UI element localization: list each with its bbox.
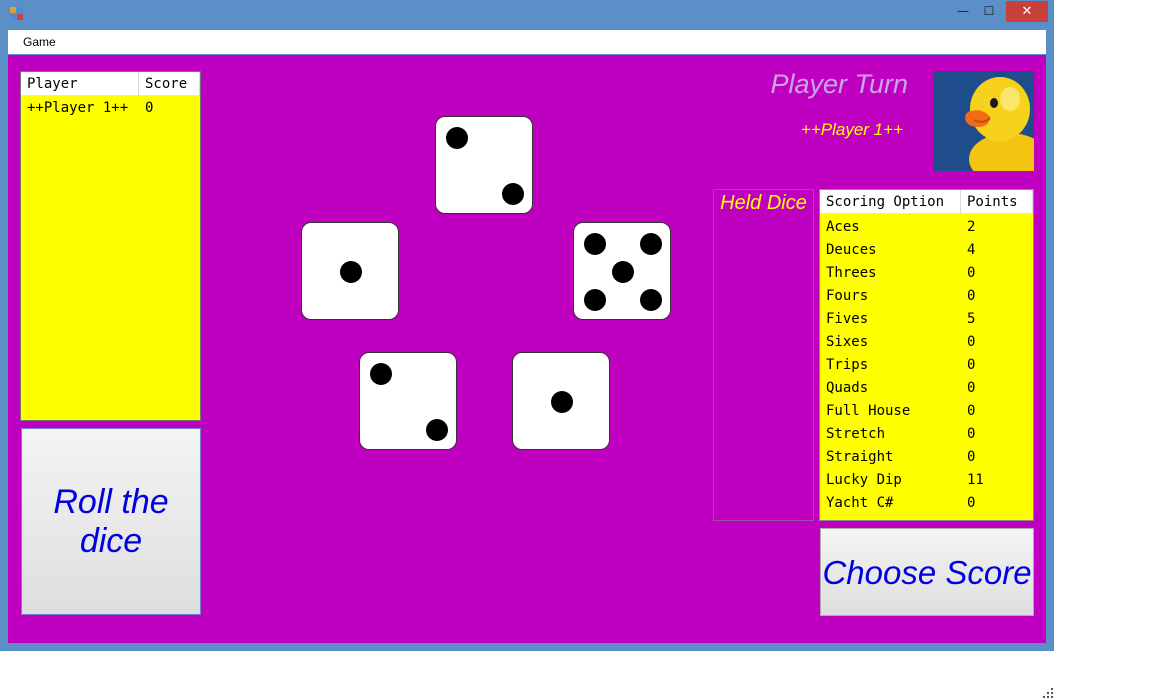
- die-pip: [640, 289, 662, 311]
- column-header-player[interactable]: Player: [21, 72, 139, 96]
- points-cell: 2: [967, 219, 976, 235]
- player-name-cell: ++Player 1++: [27, 100, 129, 116]
- scoring-option-cell: Threes: [826, 265, 877, 281]
- held-dice-title: Held Dice: [720, 192, 807, 214]
- points-cell: 0: [967, 334, 976, 350]
- scoring-option-cell: Fours: [826, 288, 869, 304]
- die-pip: [370, 363, 392, 385]
- current-player-label: ++Player 1++: [800, 120, 903, 139]
- die-pip: [340, 261, 362, 283]
- die[interactable]: [573, 222, 671, 320]
- close-button[interactable]: ✕: [1006, 1, 1048, 22]
- scoring-option-cell: Deuces: [826, 242, 877, 258]
- title-bar[interactable]: — ☐ ✕: [0, 0, 1054, 30]
- column-header-score[interactable]: Score: [139, 72, 200, 96]
- die[interactable]: [435, 116, 533, 214]
- scoring-option-cell: Stretch: [826, 426, 886, 442]
- points-cell: 0: [967, 357, 976, 373]
- die[interactable]: [359, 352, 457, 450]
- column-header-scoring-option[interactable]: Scoring Option: [820, 190, 961, 214]
- scoring-option-cell: Quads: [826, 380, 869, 396]
- scoring-option-cell: Fives: [826, 311, 869, 327]
- scoring-table[interactable]: Scoring Option Points Aces 2 Deuces 4 Threes…: [819, 189, 1034, 521]
- points-cell: 0: [967, 449, 976, 465]
- app-window: — ☐ ✕ Game Player Score ++Player 1++ 0 R…: [0, 0, 1054, 698]
- column-header-points[interactable]: Points: [961, 190, 1033, 214]
- player-score-cell: 0: [145, 100, 154, 116]
- menu-bar: Game: [8, 30, 1046, 54]
- scoring-option-cell: Trips: [826, 357, 869, 373]
- scoring-option-cell: Full House: [826, 403, 911, 419]
- scoring-option-cell: Sixes: [826, 334, 869, 350]
- resize-grip[interactable]: [1043, 688, 1053, 698]
- points-cell: 0: [967, 265, 976, 281]
- die-pip: [640, 233, 662, 255]
- roll-dice-button[interactable]: Roll the dice: [21, 428, 201, 615]
- player-turn-title: Player Turn: [770, 69, 908, 99]
- app-icon[interactable]: [10, 7, 24, 21]
- points-cell: 0: [967, 380, 976, 396]
- rubber-duck-icon: [934, 71, 1034, 171]
- die-pip: [446, 127, 468, 149]
- points-cell: 4: [967, 242, 976, 258]
- points-cell: 5: [967, 311, 976, 327]
- menu-game[interactable]: Game: [23, 35, 56, 49]
- held-dice-panel[interactable]: Held Dice: [713, 189, 814, 521]
- choose-score-button[interactable]: Choose Score: [820, 528, 1034, 616]
- scoring-option-cell: Yacht C#: [826, 495, 894, 511]
- die-pip: [502, 183, 524, 205]
- game-board: Player Score ++Player 1++ 0 Roll the dic…: [8, 55, 1053, 698]
- minimize-button[interactable]: —: [950, 1, 976, 22]
- die[interactable]: [301, 222, 399, 320]
- die-pip: [426, 419, 448, 441]
- points-cell: 0: [967, 426, 976, 442]
- die[interactable]: [512, 352, 610, 450]
- die-pip: [584, 289, 606, 311]
- die-pip: [584, 233, 606, 255]
- players-table[interactable]: Player Score ++Player 1++ 0: [20, 71, 201, 421]
- points-cell: 0: [967, 288, 976, 304]
- scoring-option-cell: Straight: [826, 449, 894, 465]
- die-pip: [612, 261, 634, 283]
- points-cell: 0: [967, 403, 976, 419]
- points-cell: 11: [967, 472, 984, 488]
- scoring-option-cell: Lucky Dip: [826, 472, 902, 488]
- maximize-button[interactable]: ☐: [976, 1, 1002, 22]
- points-cell: 0: [967, 495, 976, 511]
- die-pip: [551, 391, 573, 413]
- scoring-option-cell: Aces: [826, 219, 860, 235]
